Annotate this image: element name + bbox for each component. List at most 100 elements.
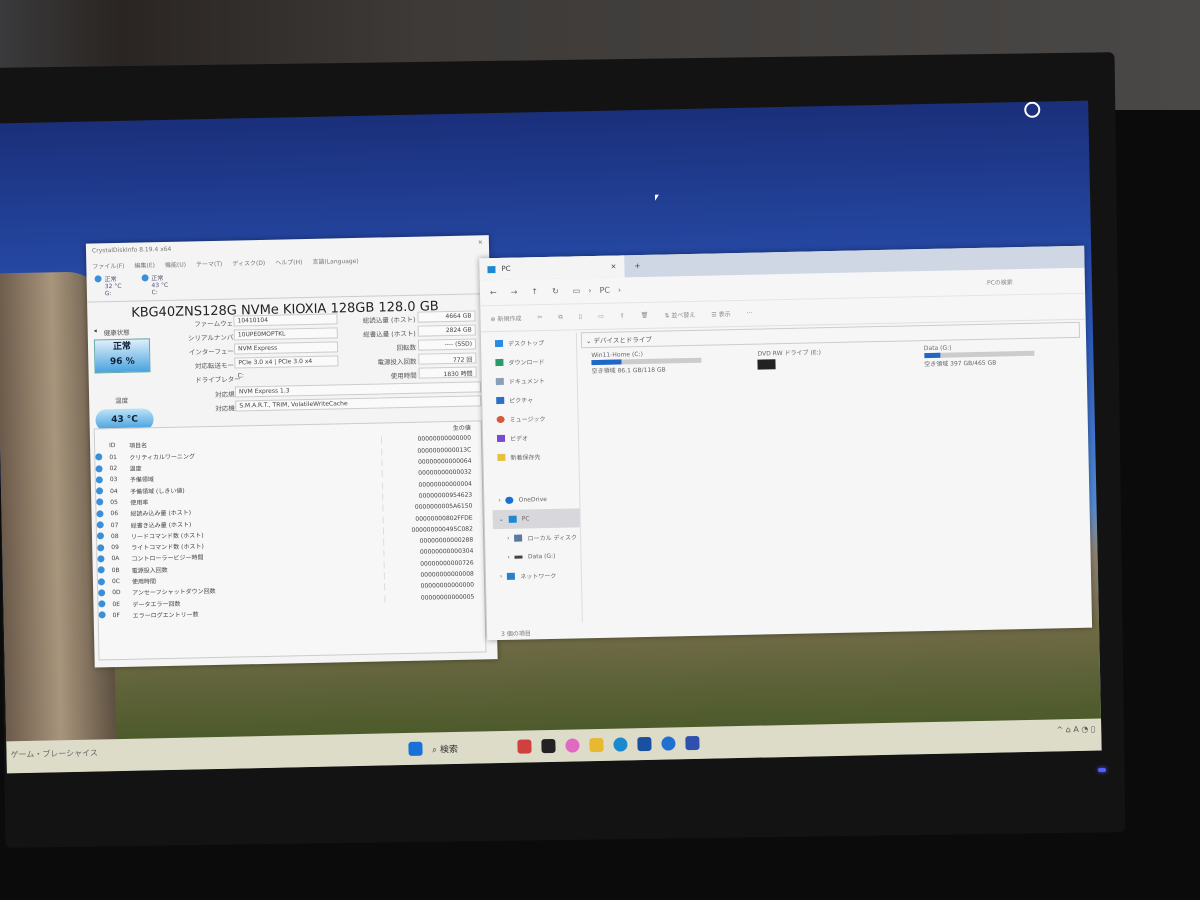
attr-id: 0B	[111, 566, 120, 574]
crystaldiskinfo-icon[interactable]	[661, 736, 677, 751]
start-icon[interactable]	[407, 741, 423, 756]
drive-g[interactable]: Data (G:) 空き領域 397 GB/465 GB	[924, 342, 1071, 368]
sidebar-label: ドキュメント	[508, 378, 545, 386]
attr-id: 08	[110, 532, 119, 540]
sidebar-item-documents[interactable]: ドキュメント	[490, 370, 577, 391]
menu-language[interactable]: 言語(Language)	[312, 256, 358, 266]
file-explorer-icon[interactable]	[589, 737, 605, 753]
menu-help[interactable]: ヘルプ(H)	[275, 257, 302, 267]
sidebar-item-pictures[interactable]: ピクチャ	[490, 389, 577, 410]
app-icon[interactable]	[685, 735, 701, 751]
reads-label: 総読込量 (ホスト)	[362, 315, 416, 325]
disk-tab-g[interactable]: 正常 32 °C G:	[94, 274, 122, 300]
status-dot-icon	[98, 600, 106, 608]
features-value: S.M.A.R.T., TRIM, VolatileWriteCache	[235, 395, 482, 412]
raw-value: 00000000000288	[383, 536, 484, 546]
sidebar-item-videos[interactable]: ビデオ	[491, 427, 578, 448]
more-button[interactable]: ···	[747, 310, 753, 317]
menu-disk[interactable]: ディスク(D)	[232, 258, 265, 268]
transfer-value: PCIe 3.0 x4 | PCIe 3.0 x4	[234, 355, 339, 369]
app-icon[interactable]	[517, 739, 533, 754]
close-tab-icon[interactable]: ×	[610, 263, 616, 271]
network-icon	[507, 572, 516, 580]
sidebar-item-pc[interactable]: ⌄ PC	[492, 508, 580, 530]
raw-value: 000000000495C082	[382, 525, 483, 535]
system-tray[interactable]: ^ ⌂ A ◔ ▯	[1056, 725, 1095, 735]
view-button[interactable]: ☰ 表示	[711, 309, 730, 318]
drive-icon	[514, 555, 523, 559]
menu-function[interactable]: 機能(U)	[165, 260, 186, 269]
sidebar-item-onedrive[interactable]: › OneDrive	[492, 489, 579, 510]
prev-disk-arrow-icon[interactable]: ◂	[94, 327, 97, 334]
disk-tab-c[interactable]: 正常 43 °C C:	[141, 273, 168, 299]
new-label: 新規作成	[497, 315, 522, 324]
drive-c[interactable]: Win11-Home (C:) 空き領域 86.1 GB/118 GB	[591, 349, 738, 375]
menu-edit[interactable]: 編集(E)	[134, 260, 155, 269]
delete-icon[interactable]: 🗑	[641, 312, 649, 319]
menu-file[interactable]: ファイル(F)	[92, 261, 124, 271]
folder-icon	[497, 453, 506, 462]
drive-name: DVD RW ドライブ (E:)	[757, 349, 822, 358]
cut-icon[interactable]: ✂	[537, 314, 542, 321]
sidebar-item-folder[interactable]: 新着保存先	[491, 446, 578, 467]
section-title: デバイスとドライブ	[593, 335, 652, 346]
drive-letter-value: C:	[237, 372, 244, 380]
widget-text[interactable]: ゲーム・ブレーシャイス	[10, 747, 98, 760]
sidebar-item-network[interactable]: › ネットワーク	[494, 565, 581, 586]
task-view-icon[interactable]	[541, 738, 557, 754]
attr-id: 05	[110, 498, 118, 507]
rpm-value: ---- (SSD)	[417, 338, 477, 351]
sidebar-item-data[interactable]: › Data (G:)	[493, 546, 580, 567]
pc-icon	[508, 515, 517, 523]
edge-icon[interactable]	[613, 737, 629, 752]
menu-theme[interactable]: テーマ(T)	[196, 259, 223, 269]
health-status-badge[interactable]: 正常 96 %	[93, 338, 151, 374]
sidebar-item-music[interactable]: ミュージック	[490, 408, 577, 429]
tab-pc[interactable]: PC ×	[479, 255, 625, 281]
copy-icon[interactable]: ⧉	[558, 313, 562, 321]
share-icon[interactable]: ⇪	[620, 312, 625, 319]
download-icon	[495, 358, 504, 367]
raw-value: 00000000000726	[383, 559, 484, 569]
sidebar-item-desktop[interactable]: デスクトップ	[489, 332, 576, 353]
attr-id: 0E	[112, 600, 121, 608]
status-dot-icon	[96, 510, 104, 518]
raw-value: 00000000000008	[383, 570, 484, 580]
reads-value: 4664 GB	[417, 310, 476, 323]
crystaldiskinfo-window: CrystalDiskInfo 8.19.4 x64 ✕ ファイル(F) 編集(E…	[85, 235, 498, 668]
attr-id: 0D	[112, 589, 121, 597]
sidebar-item-downloads[interactable]: ダウンロード	[489, 351, 576, 372]
status-dot-icon	[95, 464, 103, 473]
new-button[interactable]: ⊕ 新規作成	[490, 314, 521, 324]
store-icon[interactable]	[637, 736, 653, 752]
status-dot-icon	[96, 521, 104, 529]
refresh-icon[interactable]: ↻	[552, 287, 559, 296]
sidebar-item-local-disk[interactable]: › ローカル ディスク	[493, 527, 580, 548]
sidebar-label: OneDrive	[518, 496, 548, 504]
forward-icon[interactable]: →	[511, 288, 518, 297]
sort-button[interactable]: ⇅ 並べ替え	[664, 310, 695, 320]
address-bar[interactable]: ▭ › PC ›	[573, 279, 911, 295]
raw-value: 00000000000304	[383, 547, 484, 557]
search-box[interactable]: PCの検索	[925, 276, 1075, 288]
up-icon[interactable]: ↑	[531, 287, 538, 296]
interface-value: NVM Express	[233, 341, 339, 355]
search-icon[interactable]: ⌕ 検索	[432, 741, 458, 755]
sort-label: 並べ替え	[671, 311, 696, 320]
status-dot-icon	[95, 476, 103, 484]
paste-icon[interactable]: ▯	[579, 313, 582, 320]
copilot-icon[interactable]	[565, 738, 581, 753]
attr-id: 04	[109, 487, 118, 495]
new-tab-button[interactable]: +	[634, 262, 640, 270]
user-icon[interactable]	[1024, 101, 1041, 118]
interface-label: インターフェース	[188, 347, 241, 357]
sidebar-label: ローカル ディスク	[527, 534, 578, 543]
close-icon[interactable]: ✕	[478, 239, 483, 247]
sidebar-label: デスクトップ	[507, 340, 545, 348]
video-icon	[496, 434, 506, 443]
attr-id: 0A	[111, 555, 120, 563]
drive-e[interactable]: DVD RW ドライブ (E:)	[758, 346, 905, 372]
rename-icon[interactable]: ▭	[598, 313, 604, 320]
back-icon[interactable]: ←	[490, 288, 497, 297]
attr-id: 03	[109, 476, 118, 484]
